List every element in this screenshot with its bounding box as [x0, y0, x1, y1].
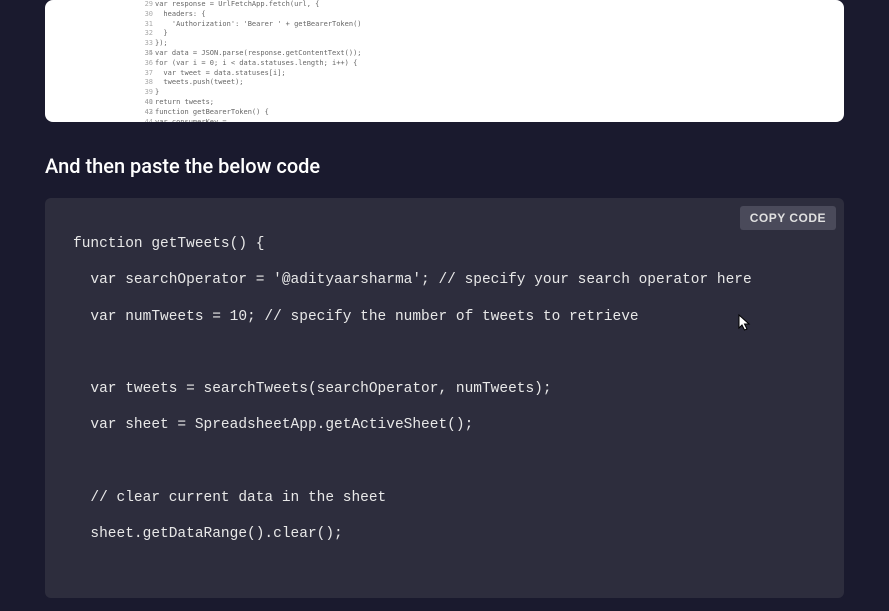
editor-line: 29var response = UrlFetchApp.fetch(url, …: [155, 0, 824, 10]
editor-line: 39}: [155, 88, 824, 98]
line-number: 38: [139, 78, 153, 88]
code-content: function getTweets() { var searchOperato…: [73, 226, 816, 552]
editor-line: 43function getBearerToken() {: [155, 108, 824, 118]
line-number: 35: [139, 49, 153, 59]
editor-line: 32 }: [155, 29, 824, 39]
editor-line: 33});: [155, 39, 824, 49]
line-number: 44: [139, 118, 153, 122]
line-number: 43: [139, 108, 153, 118]
line-number: 39: [139, 88, 153, 98]
editor-line-text: var data = JSON.parse(response.getConten…: [155, 49, 362, 57]
line-number: 29: [139, 0, 153, 10]
editor-line: 30 headers: {: [155, 10, 824, 20]
editor-line: 41return tweets;: [155, 98, 824, 108]
line-number: 30: [139, 10, 153, 20]
editor-lines-group: 29var response = UrlFetchApp.fetch(url, …: [155, 0, 824, 122]
line-number: 41: [139, 98, 153, 108]
section-heading: And then paste the below code: [45, 154, 844, 178]
editor-line-text: var response = UrlFetchApp.fetch(url, {: [155, 0, 319, 8]
line-number: 33: [139, 39, 153, 49]
editor-line: 36for (var i = 0; i < data.statuses.leng…: [155, 59, 824, 69]
editor-line-text: var tweet = data.statuses[i];: [155, 69, 286, 77]
editor-line-text: for (var i = 0; i < data.statuses.length…: [155, 59, 357, 67]
line-number: 31: [139, 20, 153, 30]
screenshot-image-container: 29var response = UrlFetchApp.fetch(url, …: [45, 0, 844, 122]
editor-line: 31 'Authorization': 'Bearer ' + getBeare…: [155, 20, 824, 30]
editor-line-text: }: [155, 88, 159, 96]
editor-line-text: headers: {: [155, 10, 206, 18]
code-editor-mockup: 29var response = UrlFetchApp.fetch(url, …: [155, 0, 824, 122]
line-number: 37: [139, 69, 153, 79]
code-block-container: COPY CODE function getTweets() { var sea…: [45, 198, 844, 598]
editor-line-text: return tweets;: [155, 98, 214, 106]
editor-line-text: }: [155, 29, 168, 37]
line-number: 32: [139, 29, 153, 39]
copy-code-button[interactable]: COPY CODE: [740, 206, 836, 230]
editor-line: 35var data = JSON.parse(response.getCont…: [155, 49, 824, 59]
editor-line-text: var consumerKey =: [155, 118, 227, 122]
editor-line: 38 tweets.push(tweet);: [155, 78, 824, 88]
editor-line-text: 'Authorization': 'Bearer ' + getBearerTo…: [155, 20, 362, 28]
editor-line-text: function getBearerToken() {: [155, 108, 269, 116]
editor-line-text: });: [155, 39, 168, 47]
editor-line: 37 var tweet = data.statuses[i];: [155, 69, 824, 79]
editor-line: 44var consumerKey =: [155, 118, 824, 122]
editor-line-text: tweets.push(tweet);: [155, 78, 244, 86]
line-number: 36: [139, 59, 153, 69]
